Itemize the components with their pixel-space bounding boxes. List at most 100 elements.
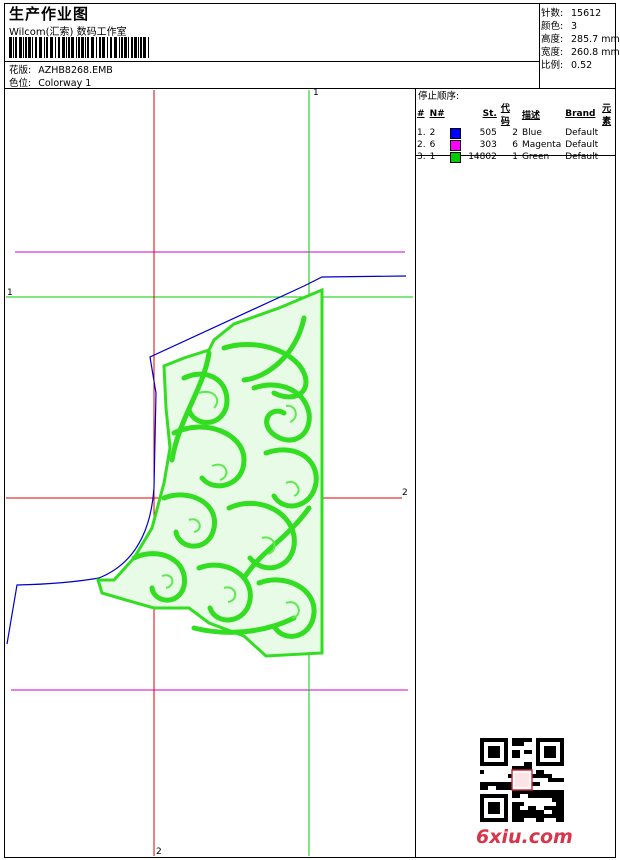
qr-module [496,806,500,810]
qr-module [560,818,564,822]
qr-module [480,802,484,806]
qr-module [480,786,484,790]
qr-module [528,810,532,814]
qr-module [520,738,524,742]
color-swatch-box [450,127,462,139]
qr-module [492,762,496,766]
qr-module [504,798,508,802]
seq-desc: Magenta [521,140,562,150]
barcode-bar [46,37,48,58]
barcode-bar [128,37,129,58]
barcode-bar [140,37,142,58]
barcode-bar [55,37,56,58]
qr-module [500,738,504,742]
sequence-row: 1. 2 505 2 Blue Default [415,127,620,139]
qr-module [488,810,492,814]
barcode-bar [13,37,14,58]
qr-module [516,754,520,758]
guide-label-1-top: 1 [313,88,319,98]
qr-module [480,806,484,810]
qr-module [532,794,536,798]
barcode-bar [76,37,77,58]
qr-module [484,818,488,822]
barcode-bar [131,37,133,58]
qr-module [560,810,564,814]
qr-module [536,770,540,774]
qr-module [492,738,496,742]
qr-module [560,742,564,746]
qr-module [516,810,520,814]
qr-module [552,814,556,818]
qr-module [556,802,560,806]
qr-module [488,750,492,754]
qr-module [512,806,516,810]
qr-module [552,790,556,794]
sequence-title: 停止顺序: [418,91,460,102]
seq-brand: Default [565,152,599,162]
qr-module [524,814,528,818]
seq-index: 1. [417,128,426,138]
qr-module [536,750,540,754]
col-needle: N# [429,109,445,119]
seq-needle: 6 [429,140,436,150]
barcode-bar [148,37,149,58]
barcode-bar [9,37,12,58]
col-stitches: St. [482,109,497,119]
qr-module [500,786,504,790]
colorway-row: 色位: Colorway 1 [9,75,91,89]
qr-module [512,810,516,814]
qr-module [520,810,524,814]
qr-module [504,750,508,754]
barcode-bar [107,37,108,58]
qr-module [488,762,492,766]
qr-module [488,794,492,798]
qr-module [496,786,500,790]
qr-module [536,754,540,758]
qr-module [504,806,508,810]
barcode-bar [62,37,65,58]
barcode-bar [96,37,97,58]
qr-module [536,782,540,786]
qr-module [560,754,564,758]
qr-module [480,758,484,762]
qr-module [480,794,484,798]
qr-module [504,818,508,822]
qr-module [536,794,540,798]
stat-height: 高度: 285.7 mm [541,34,620,45]
qr-module [548,790,552,794]
qr-module [504,794,508,798]
guide-label-2-right: 2 [402,488,408,498]
qr-module [492,782,496,786]
qr-module [560,802,564,806]
stat-colors: 颜色: 3 [541,21,578,32]
col-swatch [448,101,465,127]
qr-module [528,814,532,818]
color-swatch [448,151,465,163]
qr-module [556,806,560,810]
qr-module [524,750,528,754]
qr-module [548,794,552,798]
qr-module [560,798,564,802]
qr-module [528,762,532,766]
seq-element [600,139,620,151]
qr-module [544,738,548,742]
qr-module [552,794,556,798]
qr-module [504,738,508,742]
qr-module [548,738,552,742]
page-title: 生产作业图 [9,5,90,23]
seq-code: 1 [512,152,518,162]
qr-module [552,750,556,754]
qr-module [512,814,516,818]
qr-module [528,806,532,810]
qr-module [492,746,496,750]
qr-module [480,746,484,750]
qr-module [516,738,520,742]
barcode-bar [87,37,89,58]
qr-module [536,742,540,746]
qr-module [540,818,544,822]
qr-module [548,806,552,810]
qr-module [532,814,536,818]
qr-module [536,774,540,778]
barcode-bar [114,37,117,58]
barcode-bar [121,37,123,58]
